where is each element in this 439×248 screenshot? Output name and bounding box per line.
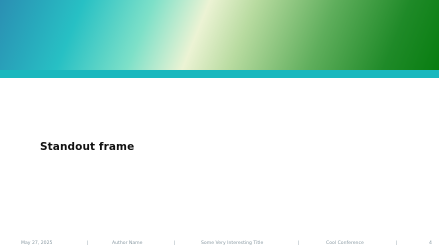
slide: Standout frame May 27, 2025 | Author Nam… [0,0,439,248]
footer-conference: Cool Conference [326,241,364,246]
footer-separator: | [298,241,300,246]
frame-title: Standout frame [40,141,135,153]
footer-author: Author Name [112,241,143,246]
footer-separator: | [87,241,89,246]
footer-separator: | [396,241,398,246]
footer-date: May 27, 2025 [21,241,53,246]
footer-presentation-title: Some Very Interesting Title [201,241,264,246]
footer-page-number: 4 [429,241,432,246]
footer-separator: | [174,241,176,246]
header-gradient-banner [0,0,439,70]
footer-bar: May 27, 2025 | Author Name | Some Very I… [0,239,439,248]
header-rule-bar [0,70,439,78]
